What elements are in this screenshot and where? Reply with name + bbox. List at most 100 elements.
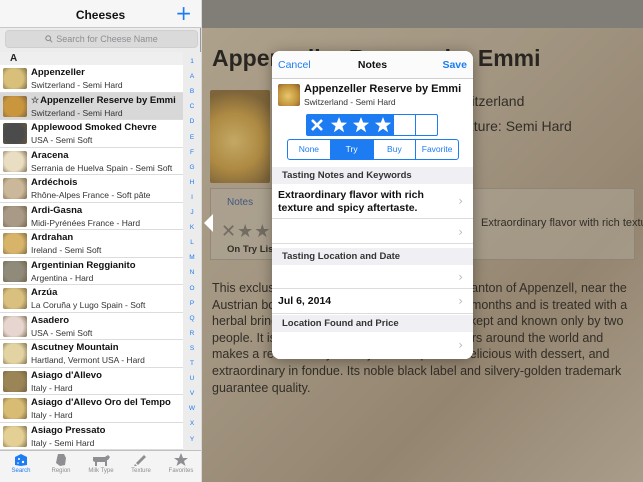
list-item[interactable]: Asiago d'Allevo Italy - Hard xyxy=(0,367,183,395)
list-item[interactable]: Aracena Serrania de Huelva Spain - Semi S… xyxy=(0,147,183,175)
tab-search[interactable]: Search xyxy=(1,453,41,474)
add-cheese-button[interactable]: + xyxy=(175,2,192,24)
rating-control[interactable] xyxy=(306,114,438,136)
list-item[interactable]: Asiago Pressato Italy - Semi Hard xyxy=(0,422,183,450)
tasting-date-cell[interactable]: Jul 6, 2014 › xyxy=(272,289,473,314)
popover-cheese-subtitle: Switzerland - Semi Hard xyxy=(304,97,396,107)
index-letter[interactable]: J xyxy=(183,209,201,216)
clear-rating-button[interactable] xyxy=(307,115,329,135)
list-item[interactable]: Applewood Smoked Chevre USA - Semi Soft xyxy=(0,120,183,148)
cheese-thumbnail xyxy=(3,95,27,117)
rating-star-2[interactable] xyxy=(350,115,373,135)
list-item[interactable]: ☆Appenzeller Reserve by Emmi Switzerland … xyxy=(0,92,183,120)
cow-icon xyxy=(81,453,121,467)
index-letter[interactable]: U xyxy=(183,375,201,382)
list-item[interactable]: Asadero USA - Semi Soft xyxy=(0,312,183,340)
index-letter[interactable]: A xyxy=(183,73,201,80)
search-input[interactable]: Search for Cheese Name xyxy=(5,30,198,48)
rating-star-1[interactable] xyxy=(328,115,351,135)
tab-favorites[interactable]: Favorites xyxy=(161,453,201,474)
segment-none[interactable]: None xyxy=(288,140,331,159)
index-letter[interactable]: F xyxy=(183,149,201,156)
list-item-title: Asiago Pressato xyxy=(31,424,106,436)
index-letter[interactable]: R xyxy=(183,330,201,337)
rating-star-4[interactable] xyxy=(394,115,417,135)
tasting-date-text: Jul 6, 2014 xyxy=(278,295,332,307)
cancel-button[interactable]: Cancel xyxy=(278,59,311,71)
index-letter[interactable]: Y xyxy=(183,436,201,443)
list-item[interactable]: Ardi-Gasna Midi-Pyrénées France - Hard xyxy=(0,202,183,230)
list-item-title: Ardéchois xyxy=(31,177,78,188)
index-letter[interactable]: P xyxy=(183,300,201,307)
cheese-thumbnail xyxy=(3,233,27,254)
section-index[interactable]: 1ABCDEFGHIJKLMNOPQRSTUVWXYZ xyxy=(183,52,201,458)
chevron-right-icon: › xyxy=(458,270,463,284)
list-item-name: Argentinian Reggianito xyxy=(31,260,136,271)
list-item-subtitle: Rhône-Alpes France - Soft pâte xyxy=(31,190,151,200)
tasting-location-cell[interactable]: › xyxy=(272,265,473,289)
list-item[interactable]: Ardrahan Ireland - Semi Soft xyxy=(0,230,183,258)
index-letter[interactable]: C xyxy=(183,103,201,110)
segment-try[interactable]: Try xyxy=(330,140,374,159)
index-letter[interactable]: D xyxy=(183,118,201,125)
segment-favorite[interactable]: Favorite xyxy=(416,140,458,159)
cheese-thumbnail xyxy=(3,68,27,89)
list-item-title: Aracena xyxy=(31,149,69,161)
list-item-title: Ardrahan xyxy=(31,232,74,243)
index-letter[interactable]: K xyxy=(183,224,201,231)
index-letter[interactable]: M xyxy=(183,254,201,261)
index-letter[interactable]: N xyxy=(183,269,201,276)
index-letter[interactable]: S xyxy=(183,345,201,352)
list-status-segmented-control[interactable]: None Try Buy Favorite xyxy=(287,139,459,160)
index-letter[interactable]: T xyxy=(183,360,201,367)
list-item[interactable]: Asiago d'Allevo Oro del Tempo Italy - Har… xyxy=(0,395,183,423)
index-letter[interactable]: 1 xyxy=(183,58,201,65)
index-letter[interactable]: H xyxy=(183,179,201,186)
cheese-thumbnail xyxy=(3,425,27,447)
index-letter[interactable]: B xyxy=(183,88,201,95)
tab-label: Texture xyxy=(131,468,151,474)
rating-star-3[interactable] xyxy=(372,115,395,135)
list-item[interactable]: Arzúa La Coruña y Lugo Spain - Soft xyxy=(0,285,183,313)
index-letter[interactable]: E xyxy=(183,134,201,141)
index-letter[interactable]: X xyxy=(183,420,201,427)
index-letter[interactable]: Q xyxy=(183,315,201,322)
list-item[interactable]: Appenzeller Switzerland - Semi Hard xyxy=(0,65,183,93)
list-item-name: ☆Appenzeller Reserve by Emmi xyxy=(31,95,176,106)
index-letter[interactable]: L xyxy=(183,239,201,246)
tasting-notes-text: Extraordinary flavor with rich texture a… xyxy=(278,189,424,214)
list-item[interactable]: Ascutney Mountain Hartland, Vermont USA -… xyxy=(0,340,183,368)
cheese-thumbnail xyxy=(3,150,27,172)
list-item[interactable]: Argentinian Reggianito Argentina - Hard xyxy=(0,257,183,285)
list-item-subtitle: La Coruña y Lugo Spain - Soft xyxy=(31,300,146,310)
texture-icon xyxy=(121,453,161,467)
tab-region[interactable]: Region xyxy=(41,453,81,474)
keywords-cell[interactable]: › xyxy=(272,220,473,244)
index-letter[interactable]: I xyxy=(183,194,201,201)
tasting-notes-cell[interactable]: Extraordinary flavor with rich texture a… xyxy=(272,184,473,219)
chevron-right-icon: › xyxy=(458,194,463,208)
list-item-name: Ardrahan xyxy=(31,232,73,243)
segment-buy[interactable]: Buy xyxy=(374,140,417,159)
index-letter[interactable]: G xyxy=(183,164,201,171)
list-item-name: Applewood Smoked Chevre xyxy=(31,122,157,133)
section-header: A xyxy=(0,52,183,65)
section-location-found-price: Location Found and Price xyxy=(272,315,473,332)
tab-milk-type[interactable]: Milk Type xyxy=(81,453,121,474)
list-item[interactable]: Ardéchois Rhône-Alpes France - Soft pâte xyxy=(0,175,183,203)
index-letter[interactable]: O xyxy=(183,285,201,292)
favorite-star-icon: ☆ xyxy=(31,94,40,105)
rating-star-5[interactable] xyxy=(416,115,437,135)
tab-texture[interactable]: Texture xyxy=(121,453,161,474)
index-letter[interactable]: W xyxy=(183,405,201,412)
chevron-right-icon: › xyxy=(458,338,463,352)
found-price-cell[interactable]: › xyxy=(272,332,473,359)
cheese-thumbnail xyxy=(3,398,27,419)
cheese-list[interactable]: A Appenzeller Switzerland - Semi Hard ☆App… xyxy=(0,52,183,450)
list-item-subtitle: Italy - Hard xyxy=(31,410,73,420)
list-item-subtitle: Switzerland - Semi Hard xyxy=(31,80,123,90)
popover-nav-bar: Notes Cancel Save xyxy=(272,51,473,79)
save-button[interactable]: Save xyxy=(442,59,467,71)
index-letter[interactable]: V xyxy=(183,390,201,397)
tab-bar: Search Region Milk Type Texture Favorites xyxy=(0,450,201,482)
